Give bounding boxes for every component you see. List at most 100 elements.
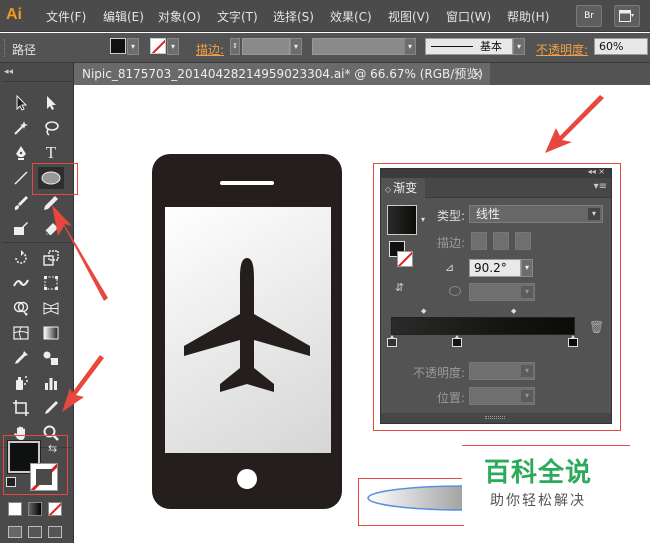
blend-tool[interactable] [40, 347, 62, 369]
object-type-label: 路径 [12, 43, 37, 57]
annotation-line [462, 445, 630, 446]
width-icon [13, 279, 29, 287]
opacity-label[interactable]: 不透明度: [536, 41, 588, 58]
symbol-sprayer-icon [16, 376, 28, 390]
rotate-tool[interactable] [10, 247, 32, 269]
draw-behind-button[interactable] [28, 526, 42, 538]
menu-type[interactable]: 文字(T) [217, 8, 258, 25]
menu-edit[interactable]: 编辑(E) [103, 8, 144, 25]
stroke-weight-dropdown[interactable]: ▾ [290, 38, 302, 55]
shape-builder-tool[interactable] [10, 297, 32, 319]
direct-selection-tool[interactable] [40, 92, 62, 114]
menu-bar: Ai 文件(F) 编辑(E) 对象(O) 文字(T) 选择(S) 效果(C) 视… [0, 0, 650, 32]
menu-object[interactable]: 对象(O) [158, 8, 201, 25]
gradient-mode-button[interactable] [28, 502, 42, 516]
close-tab-button[interactable]: × [472, 63, 482, 85]
menu-help[interactable]: 帮助(H) [507, 8, 549, 25]
symbol-sprayer-tool[interactable] [10, 372, 32, 394]
opacity-field[interactable]: 60% [594, 38, 648, 55]
line-segment-tool[interactable] [10, 167, 32, 189]
fill-dropdown[interactable]: ▾ [127, 38, 139, 55]
collapse-toolbox-button[interactable]: ◂◂ [4, 67, 13, 77]
perspective-grid-tool[interactable] [40, 297, 62, 319]
stroke-weight-label[interactable]: 描边: [196, 41, 224, 58]
variable-width-dropdown[interactable]: ▾ [404, 38, 416, 55]
pencil-icon [44, 196, 58, 210]
brush-definition-field[interactable]: 基本 [425, 38, 513, 55]
blob-brush-tool[interactable] [10, 217, 32, 239]
document-tab[interactable]: Nipic_8175703_20140428214959023304.ai* @… [74, 63, 490, 85]
grip-handle[interactable] [4, 39, 7, 57]
pencil-tool[interactable] [40, 192, 62, 214]
phone-speaker [220, 181, 274, 185]
brush-definition-dropdown[interactable]: ▾ [513, 38, 525, 55]
free-transform-tool[interactable] [40, 272, 62, 294]
menu-select[interactable]: 选择(S) [273, 8, 314, 25]
variable-width-profile[interactable] [312, 38, 416, 55]
artboard-tool[interactable] [10, 397, 32, 419]
direct-selection-arrow-icon [47, 96, 56, 110]
menu-view[interactable]: 视图(V) [388, 8, 430, 25]
menu-effect[interactable]: 效果(C) [330, 8, 372, 25]
blob-brush-icon [14, 222, 28, 235]
color-mode-button[interactable] [8, 502, 22, 516]
fill-swatch[interactable] [110, 38, 126, 54]
annotation-box-swatches [3, 435, 68, 495]
mesh-icon [13, 326, 29, 340]
magic-wand-icon [14, 121, 28, 135]
artboard-icon [13, 400, 29, 416]
eraser-tool[interactable] [40, 217, 62, 239]
airplane-icon [184, 258, 310, 392]
selection-arrow-icon [16, 94, 28, 111]
draw-inside-button[interactable] [48, 526, 62, 538]
menu-file[interactable]: 文件(F) [46, 8, 86, 25]
menu-window[interactable]: 窗口(W) [446, 8, 491, 25]
lasso-tool[interactable] [40, 117, 62, 139]
mesh-tool[interactable] [10, 322, 32, 344]
phone-home-button [237, 469, 257, 489]
slice-knife-icon [45, 401, 58, 414]
pen-tool[interactable] [10, 142, 32, 164]
stroke-weight-stepper[interactable]: ⇕ [230, 38, 240, 55]
width-tool[interactable] [10, 272, 32, 294]
none-mode-button[interactable] [48, 502, 62, 516]
annotation-box-ellipse-sample [358, 478, 464, 526]
paintbrush-icon [14, 196, 28, 210]
lasso-icon [45, 121, 59, 136]
rotate-icon [15, 250, 27, 264]
eyedropper-tool[interactable] [10, 347, 32, 369]
line-segment-icon [14, 171, 28, 185]
paintbrush-tool[interactable] [10, 192, 32, 214]
column-graph-tool[interactable] [40, 372, 62, 394]
eyedropper-icon [15, 351, 28, 364]
bridge-button[interactable]: Br [576, 5, 602, 27]
shape-builder-icon [13, 301, 29, 316]
selection-tool[interactable] [10, 92, 32, 114]
document-tab-strip: Nipic_8175703_20140428214959023304.ai* @… [74, 63, 650, 85]
blend-icon [43, 351, 58, 365]
column-graph-icon [45, 378, 57, 390]
gradient-icon [43, 326, 59, 340]
watermark-title: 百科全说 [484, 458, 593, 488]
annotation-box-ellipse-tool [32, 163, 78, 195]
draw-normal-button[interactable] [8, 526, 22, 538]
document-title: Nipic_8175703_20140428214959023304.ai* @… [82, 67, 483, 81]
stroke-dropdown[interactable]: ▾ [167, 38, 179, 55]
scale-icon [43, 250, 59, 266]
app-logo: Ai [6, 6, 22, 23]
workspace-layout-button[interactable] [614, 5, 640, 27]
stroke-weight-field[interactable] [242, 38, 290, 55]
scale-tool[interactable] [40, 247, 62, 269]
annotation-box-gradient-panel [373, 163, 621, 431]
stroke-swatch[interactable] [150, 38, 166, 54]
type-t-icon: T [45, 143, 57, 162]
magic-wand-tool[interactable] [10, 117, 32, 139]
free-transform-icon [44, 276, 58, 290]
type-tool[interactable]: T [40, 142, 62, 164]
watermark-subtitle: 助你轻松解决 [490, 493, 586, 509]
control-bar: 路径 ▾ ▾ 描边: ⇕ ▾ ▾ 基本 ▾ 不透明度: 60% [0, 33, 650, 63]
pen-nib-icon [16, 146, 26, 160]
layout-icon [619, 10, 634, 22]
gradient-tool[interactable] [40, 322, 62, 344]
slice-tool[interactable] [40, 397, 62, 419]
